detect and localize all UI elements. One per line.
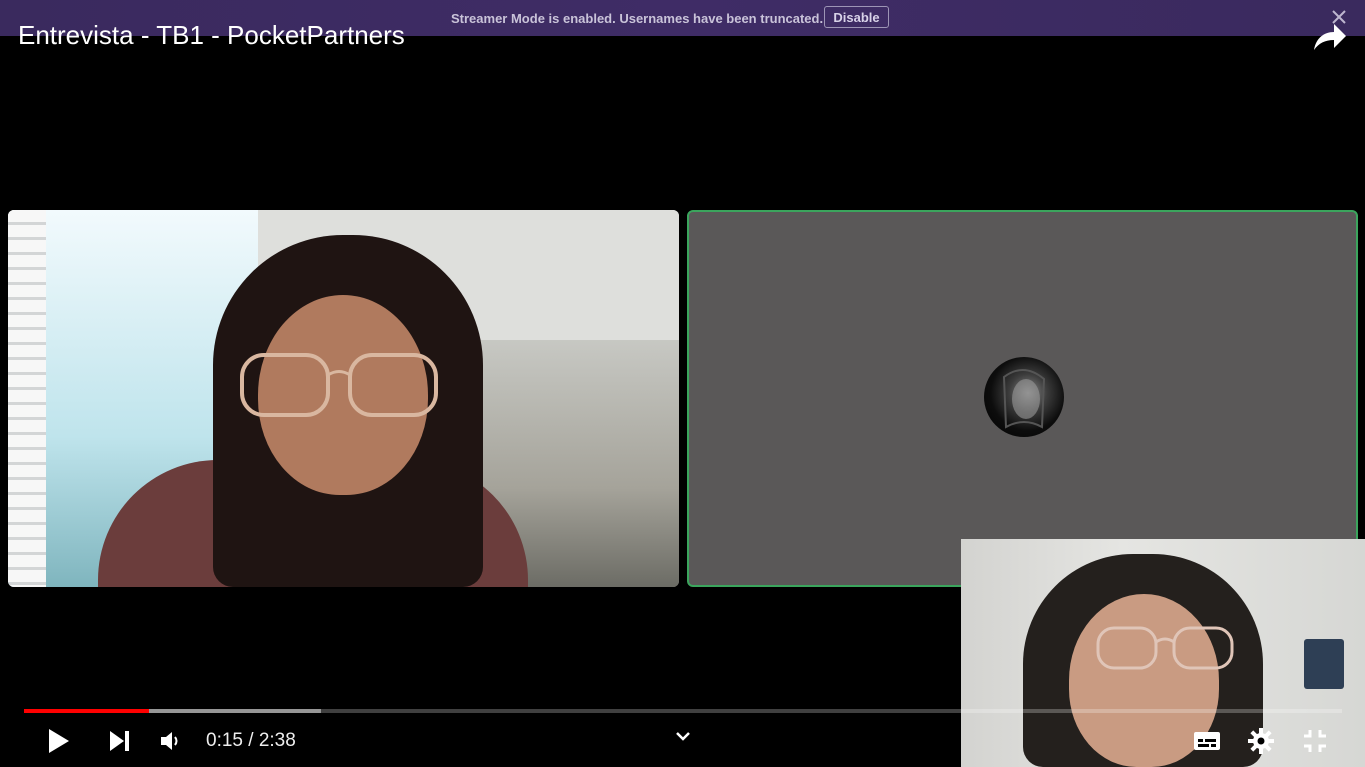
subtitles-icon[interactable] [1193,729,1221,753]
streamer-mode-message: Streamer Mode is enabled. Usernames have… [451,11,824,26]
background-object [1304,639,1344,689]
play-icon[interactable] [44,726,72,756]
time-display: 0:15 / 2:38 [206,730,296,751]
glasses-shape [240,353,438,417]
share-icon[interactable] [1310,20,1348,54]
disable-streamer-mode-button[interactable]: Disable [824,6,889,28]
volume-icon[interactable] [158,729,184,753]
video-title[interactable]: Entrevista - TB1 - PocketPartners [18,20,405,51]
settings-icon[interactable] [1247,727,1275,755]
exit-fullscreen-icon[interactable] [1301,727,1329,755]
next-icon[interactable] [107,728,133,754]
chevron-down-icon[interactable] [674,728,692,744]
background-blinds [8,210,46,587]
participant-video-tile-left [8,210,679,587]
participant-avatar [984,357,1064,437]
progress-bar[interactable] [24,709,1342,713]
progress-played [24,709,150,713]
self-glasses-shape [1096,626,1234,670]
